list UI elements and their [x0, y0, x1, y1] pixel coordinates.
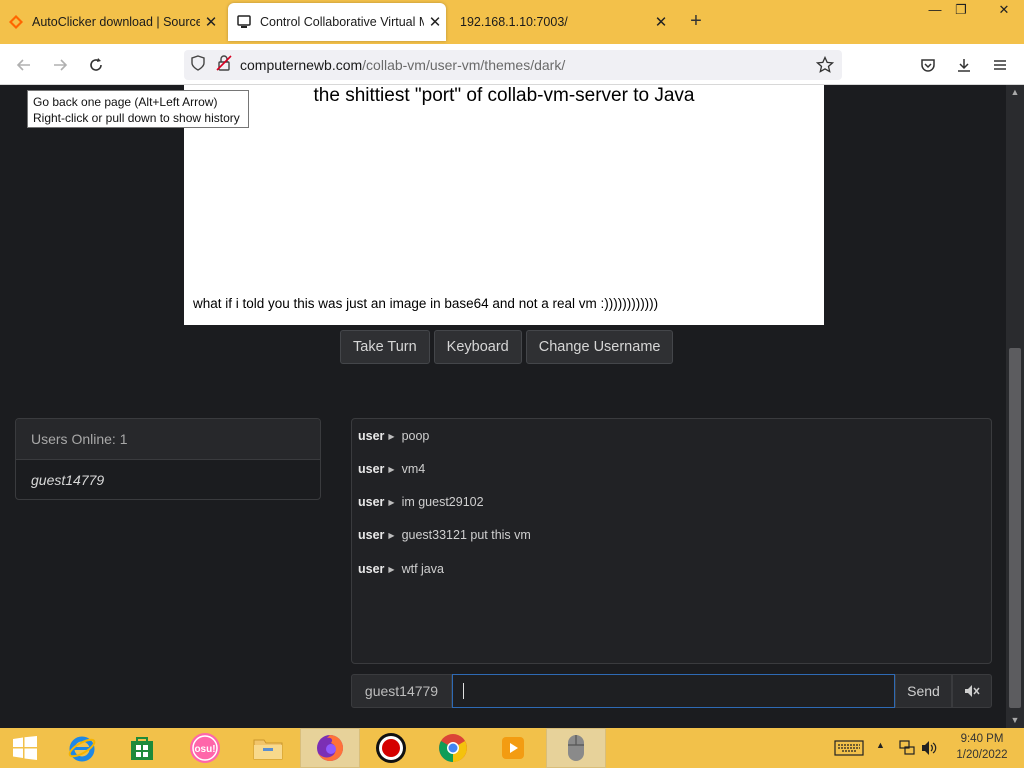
close-tab-icon[interactable]: ✕: [424, 13, 446, 31]
osu-icon[interactable]: osu!: [175, 728, 235, 768]
downloads-icon[interactable]: [951, 52, 977, 78]
restore-icon[interactable]: ❐: [944, 0, 978, 22]
page-content: the shittiest "port" of collab-vm-server…: [0, 85, 1006, 728]
page-scrollbar[interactable]: ▲ ▼: [1006, 85, 1024, 728]
bookmark-star-icon[interactable]: [815, 55, 835, 79]
url-path: /collab-vm/user-vm/themes/dark/: [362, 57, 566, 73]
tooltip-line: Go back one page (Alt+Left Arrow): [33, 95, 218, 109]
send-button[interactable]: Send: [895, 674, 952, 708]
url-domain: computernewb.com: [240, 57, 363, 73]
chat-message: user ▶ im guest29102: [358, 494, 484, 510]
tab-local-ip[interactable]: 192.168.1.10:7003/ ✕: [452, 0, 672, 44]
scroll-thumb[interactable]: [1009, 348, 1021, 708]
keyboard-button[interactable]: Keyboard: [433, 330, 522, 364]
hamburger-menu-icon[interactable]: [987, 52, 1013, 78]
tab-title: AutoClicker download | SourceF: [32, 15, 200, 29]
chat-message: user ▶ guest33121 put this vm: [358, 527, 531, 543]
take-turn-button[interactable]: Take Turn: [340, 330, 430, 364]
tray-expand-icon[interactable]: ▲: [876, 740, 885, 750]
triangle-right-icon: ▶: [388, 431, 395, 441]
forward-arrow-icon[interactable]: [47, 52, 73, 78]
tab-title: 192.168.1.10:7003/: [460, 15, 568, 29]
chat-input-row: guest14779 Send: [351, 674, 992, 708]
user-list-item[interactable]: guest14779: [16, 460, 320, 499]
tab-title: Control Collaborative Virtual M: [260, 15, 424, 29]
navigation-toolbar: computernewb.com/collab-vm/user-vm/theme…: [0, 44, 1024, 85]
chat-text: guest33121 put this vm: [401, 528, 531, 542]
scroll-up-icon[interactable]: ▲: [1010, 87, 1020, 97]
insecure-lock-icon[interactable]: [216, 54, 232, 76]
close-tab-icon[interactable]: ✕: [200, 13, 222, 31]
internet-explorer-icon[interactable]: [52, 728, 112, 768]
volume-icon[interactable]: [920, 739, 938, 762]
tab-strip: AutoClicker download | SourceF ✕ Control…: [0, 0, 1024, 44]
new-tab-icon[interactable]: +: [685, 10, 707, 32]
chat-username: user: [358, 462, 385, 476]
windows-taskbar: osu! ▲ 9:40 PM 1/20/2022: [0, 728, 1024, 768]
chat-username: user: [358, 429, 385, 443]
mouse-app-icon[interactable]: [546, 728, 606, 768]
chat-text: wtf java: [401, 562, 444, 576]
chat-log[interactable]: user ▶ poop user ▶ vm4 user ▶ im guest29102 us…: [351, 418, 992, 664]
reload-icon[interactable]: [83, 52, 109, 78]
mute-speaker-icon[interactable]: [952, 674, 992, 708]
tracking-protection-shield-icon[interactable]: [190, 54, 206, 76]
system-clock[interactable]: 9:40 PM 1/20/2022: [948, 731, 1016, 763]
chat-input[interactable]: [452, 674, 895, 708]
chrome-icon[interactable]: [423, 728, 483, 768]
chat-text: poop: [401, 429, 430, 443]
vm-heading: the shittiest "port" of collab-vm-server…: [313, 85, 695, 106]
file-explorer-icon[interactable]: [238, 728, 298, 768]
clock-date: 1/20/2022: [956, 749, 1008, 761]
triangle-right-icon: ▶: [388, 464, 395, 474]
chat-username: user: [358, 495, 385, 509]
firefox-icon[interactable]: [300, 728, 360, 768]
record-icon[interactable]: [361, 728, 421, 768]
chat-text: im guest29102: [401, 495, 484, 509]
chat-text: vm4: [401, 462, 426, 476]
vm-caption: what if i told you this was just an imag…: [193, 296, 659, 311]
keyboard-tray-icon[interactable]: [834, 740, 864, 761]
address-bar[interactable]: computernewb.com/collab-vm/user-vm/theme…: [184, 50, 842, 80]
computer-favicon-icon: [236, 14, 252, 30]
chat-message: user ▶ vm4: [358, 461, 425, 477]
osu-label: osu!: [194, 744, 215, 755]
close-tab-icon[interactable]: ✕: [650, 13, 672, 31]
chat-username: user: [358, 528, 385, 542]
text-caret: [463, 683, 464, 699]
scroll-down-icon[interactable]: ▼: [1010, 715, 1020, 725]
sourceforge-favicon-icon: [8, 14, 24, 30]
pocket-icon[interactable]: [915, 52, 941, 78]
chat-message: user ▶ poop: [358, 428, 429, 444]
media-player-icon[interactable]: [483, 728, 543, 768]
users-online-panel: Users Online: 1 guest14779: [15, 418, 321, 500]
chat-username: user: [358, 562, 385, 576]
tab-autoclicker[interactable]: AutoClicker download | SourceF ✕: [0, 0, 222, 44]
clock-time: 9:40 PM: [960, 733, 1004, 745]
network-icon[interactable]: [898, 739, 916, 762]
close-window-icon[interactable]: ✕: [984, 0, 1024, 22]
triangle-right-icon: ▶: [388, 497, 395, 507]
back-button-tooltip: Go back one page (Alt+Left Arrow) Right-…: [27, 90, 249, 128]
tab-collabvm[interactable]: Control Collaborative Virtual M ✕: [228, 3, 446, 41]
triangle-right-icon: ▶: [388, 530, 395, 540]
vm-display[interactable]: the shittiest "port" of collab-vm-server…: [184, 85, 824, 325]
windows-start-icon[interactable]: [0, 728, 50, 768]
current-username: guest14779: [351, 674, 452, 708]
chat-message: user ▶ wtf java: [358, 561, 444, 577]
change-username-button[interactable]: Change Username: [525, 330, 674, 364]
triangle-right-icon: ▶: [388, 564, 395, 574]
vm-controls: Take Turn Keyboard Change Username: [340, 330, 674, 364]
tooltip-line: Right-click or pull down to show history: [33, 111, 240, 125]
users-online-header: Users Online: 1: [16, 419, 320, 460]
store-icon[interactable]: [112, 728, 172, 768]
url-text: computernewb.com/collab-vm/user-vm/theme…: [240, 57, 565, 73]
back-arrow-icon[interactable]: [11, 52, 37, 78]
